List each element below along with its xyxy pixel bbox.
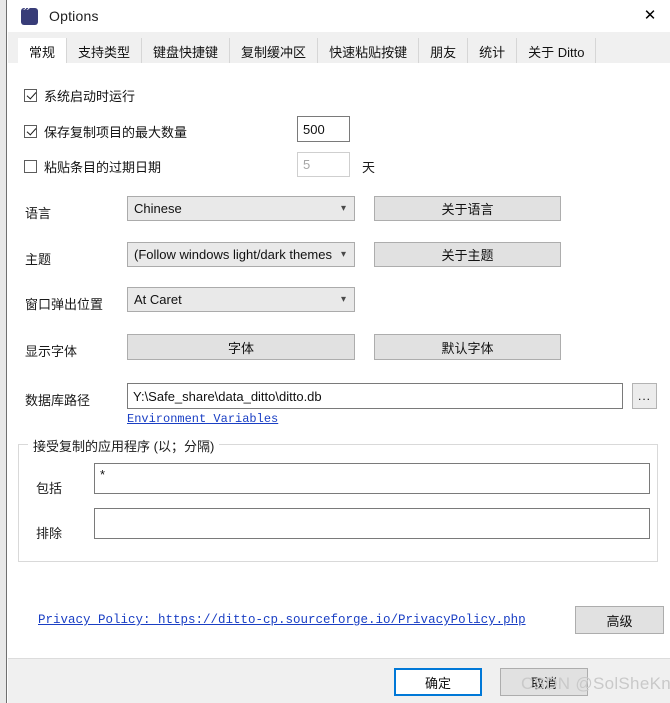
accepted-apps-groupbox bbox=[18, 444, 658, 562]
general-tab-panel: 系统启动时运行 保存复制项目的最大数量 500 粘贴条目的过期日期 5 天 语言… bbox=[8, 63, 670, 658]
tab-statistics[interactable]: 统计 bbox=[467, 38, 516, 64]
expire-days-checkbox-row[interactable]: 粘贴条目的过期日期 bbox=[24, 157, 161, 176]
choose-font-button[interactable]: 字体 bbox=[127, 334, 355, 360]
tab-supported-types-label: 支持类型 bbox=[78, 44, 131, 60]
expire-days-checkbox[interactable] bbox=[24, 160, 37, 173]
db-path-input[interactable]: Y:\Safe_share\data_ditto\ditto.db bbox=[127, 383, 623, 409]
include-apps-label: 包括 bbox=[36, 481, 63, 496]
about-theme-button[interactable]: 关于主题 bbox=[374, 242, 561, 267]
window-left-border bbox=[0, 0, 7, 703]
ok-button[interactable]: 确定 bbox=[394, 668, 482, 696]
exclude-apps-input[interactable] bbox=[94, 508, 650, 539]
privacy-policy-link[interactable]: Privacy Policy: https://ditto-cp.sourcef… bbox=[38, 613, 526, 627]
ditto-quote-icon bbox=[21, 3, 38, 25]
language-label: 语言 bbox=[25, 206, 52, 221]
title-bar: Options ✕ bbox=[8, 0, 670, 32]
expire-days-unit-label: 天 bbox=[362, 160, 376, 175]
tab-list: 常规 支持类型 键盘快捷键 复制缓冲区 快速粘贴按键 朋友 统计 关于 Ditt… bbox=[18, 38, 597, 66]
language-combobox[interactable]: Chinese ▾ bbox=[127, 196, 355, 221]
tab-general[interactable]: 常规 bbox=[18, 38, 67, 66]
max-copies-label: 保存复制项目的最大数量 bbox=[44, 125, 188, 140]
options-dialog: Options ✕ 常规 支持类型 键盘快捷键 复制缓冲区 快速粘贴按键 朋友 … bbox=[0, 0, 670, 703]
close-icon[interactable]: ✕ bbox=[635, 2, 665, 29]
tab-keyboard-shortcuts[interactable]: 键盘快捷键 bbox=[141, 38, 229, 64]
tab-general-label: 常规 bbox=[29, 44, 56, 60]
display-font-label: 显示字体 bbox=[25, 344, 78, 359]
chevron-down-icon: ▾ bbox=[340, 248, 346, 260]
theme-combobox-value: (Follow windows light/dark themes) bbox=[134, 247, 332, 262]
cancel-button[interactable]: 取消 bbox=[500, 668, 588, 696]
tab-about-ditto-label: 关于 Ditto bbox=[528, 44, 585, 60]
about-language-button[interactable]: 关于语言 bbox=[374, 196, 561, 221]
tab-friends[interactable]: 朋友 bbox=[418, 38, 467, 64]
tab-quick-paste-keys-label: 快速粘贴按键 bbox=[329, 44, 408, 60]
tab-friends-label: 朋友 bbox=[430, 44, 457, 60]
tab-about-ditto[interactable]: 关于 Ditto bbox=[516, 38, 595, 64]
max-copies-checkbox-row[interactable]: 保存复制项目的最大数量 bbox=[24, 122, 187, 141]
chevron-down-icon: ▾ bbox=[340, 293, 346, 305]
db-path-label: 数据库路径 bbox=[25, 393, 91, 408]
expire-days-label: 粘贴条目的过期日期 bbox=[44, 160, 162, 175]
run-at-startup-label: 系统启动时运行 bbox=[44, 89, 136, 104]
run-at-startup-checkbox-row[interactable]: 系统启动时运行 bbox=[24, 86, 135, 105]
expire-days-input[interactable]: 5 bbox=[297, 152, 350, 177]
theme-combobox[interactable]: (Follow windows light/dark themes) ▾ bbox=[127, 242, 355, 267]
tab-statistics-label: 统计 bbox=[479, 44, 506, 60]
tab-supported-types[interactable]: 支持类型 bbox=[66, 38, 141, 64]
exclude-apps-label: 排除 bbox=[36, 526, 63, 541]
browse-db-path-button[interactable]: ... bbox=[632, 383, 657, 409]
tab-quick-paste-keys[interactable]: 快速粘贴按键 bbox=[317, 38, 418, 64]
tab-strip: 常规 支持类型 键盘快捷键 复制缓冲区 快速粘贴按键 朋友 统计 关于 Ditt… bbox=[8, 32, 670, 66]
tab-keyboard-shortcuts-label: 键盘快捷键 bbox=[153, 44, 219, 60]
tab-copy-buffers-label: 复制缓冲区 bbox=[241, 44, 307, 60]
popup-position-combobox-value: At Caret bbox=[134, 292, 182, 307]
run-at-startup-checkbox[interactable] bbox=[24, 89, 37, 102]
window-title: Options bbox=[49, 8, 99, 24]
environment-variables-link[interactable]: Environment Variables bbox=[127, 412, 278, 426]
popup-position-combobox[interactable]: At Caret ▾ bbox=[127, 287, 355, 312]
dialog-footer: 确定 取消 bbox=[8, 658, 670, 703]
popup-position-label: 窗口弹出位置 bbox=[25, 297, 104, 312]
default-font-button[interactable]: 默认字体 bbox=[374, 334, 561, 360]
chevron-down-icon: ▾ bbox=[340, 202, 346, 214]
accepted-apps-groupbox-title: 接受复制的应用程序 (以；分隔) bbox=[28, 436, 220, 455]
tab-strip-end-divider bbox=[595, 38, 597, 64]
tab-copy-buffers[interactable]: 复制缓冲区 bbox=[229, 38, 317, 64]
advanced-button[interactable]: 高级 bbox=[575, 606, 664, 634]
include-apps-input[interactable]: * bbox=[94, 463, 650, 494]
language-combobox-value: Chinese bbox=[134, 201, 182, 216]
max-copies-checkbox[interactable] bbox=[24, 125, 37, 138]
max-copies-input[interactable]: 500 bbox=[297, 116, 350, 142]
theme-label: 主题 bbox=[25, 252, 52, 267]
